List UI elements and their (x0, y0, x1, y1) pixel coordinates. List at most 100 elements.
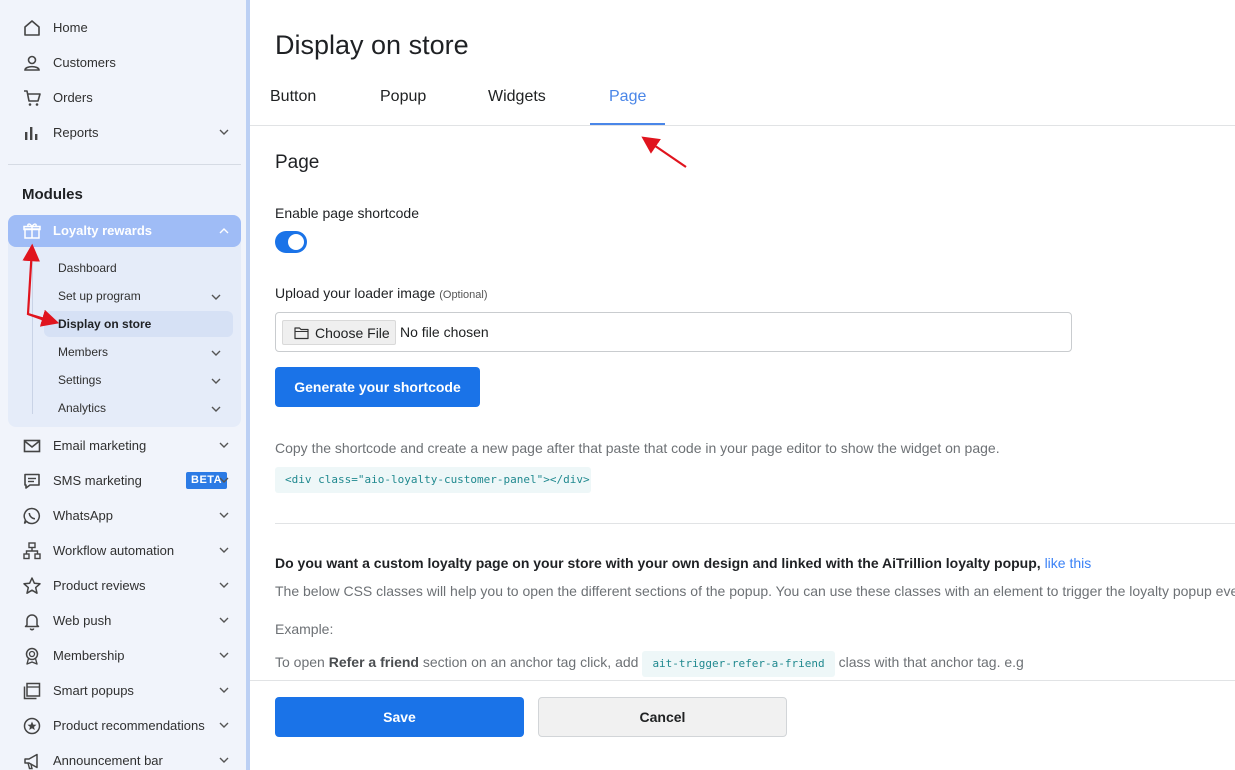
megaphone-icon (22, 751, 42, 770)
sidebar-item-label: Web push (53, 613, 112, 628)
file-input[interactable]: Choose File No file chosen (275, 312, 1072, 352)
sidebar-item-announcement-bar[interactable]: Announcement bar (8, 743, 241, 770)
enable-shortcode-toggle[interactable] (275, 231, 307, 253)
sidebar-item-label: Reports (53, 125, 99, 140)
bell-icon (22, 611, 42, 631)
cancel-button[interactable]: Cancel (538, 697, 787, 737)
refer-suffix: class with that anchor tag. e.g (838, 654, 1024, 670)
chevron-down-icon (219, 440, 229, 450)
modules-title: Modules (22, 186, 83, 203)
cart-icon (22, 88, 42, 108)
chevron-down-icon (219, 720, 229, 730)
sidebar-item-loyalty-rewards[interactable]: Loyalty rewards (8, 215, 241, 247)
refer-friend-example: To open Refer a friend section on an anc… (275, 649, 1024, 677)
sidebar-item-label: Home (53, 20, 88, 35)
sidebar-item-label: Email marketing (53, 438, 147, 453)
section-title: Page (275, 152, 320, 173)
sidebar-item-label: Smart popups (53, 683, 134, 698)
custom-page-question: Do you want a custom loyalty page on you… (275, 555, 1091, 571)
sidebar-item-reports[interactable]: Reports (8, 115, 241, 150)
tab-page[interactable]: Page (609, 80, 646, 126)
footer-actions: Save Cancel (250, 680, 1235, 770)
chevron-down-icon (211, 404, 221, 414)
chevron-down-icon (219, 127, 229, 137)
enable-shortcode-label: Enable page shortcode (275, 205, 419, 221)
sidebar-item-label: Announcement bar (53, 753, 163, 768)
sidebar-item-product-recommendations[interactable]: Product recommendations (8, 708, 241, 743)
sidebar-item-label: Customers (53, 55, 116, 70)
popup-icon (22, 681, 42, 701)
gift-icon (22, 221, 42, 241)
chevron-down-icon (219, 510, 229, 520)
submenu-item-label: Display on store (58, 317, 152, 331)
submenu-item-label: Dashboard (58, 261, 117, 275)
submenu-guide-line (32, 254, 33, 414)
sidebar-item-label: SMS marketing (53, 473, 142, 488)
generate-shortcode-button[interactable]: Generate your shortcode (275, 367, 480, 407)
sidebar-item-label: Orders (53, 90, 93, 105)
page-title: Display on store (275, 30, 469, 60)
bar-chart-icon (22, 123, 42, 143)
sidebar-item-orders[interactable]: Orders (8, 80, 241, 115)
sidebar-item-label: Product recommendations (53, 718, 205, 733)
sidebar-item-sms-marketing[interactable]: SMS marketing BETA (8, 463, 241, 498)
sidebar-item-product-reviews[interactable]: Product reviews (8, 568, 241, 603)
recommend-icon (22, 716, 42, 736)
sidebar-item-label: Product reviews (53, 578, 146, 593)
like-this-link[interactable]: like this (1045, 555, 1092, 571)
submenu-item-display-on-store[interactable]: Display on store (44, 311, 233, 337)
sidebar-item-label: Workflow automation (53, 543, 175, 558)
chevron-down-icon (219, 650, 229, 660)
chevron-down-icon (219, 580, 229, 590)
tab-widgets[interactable]: Widgets (488, 80, 546, 126)
shortcode-snippet[interactable]: <div class="aio-loyalty-customer-panel">… (275, 467, 591, 493)
custom-question-text: Do you want a custom loyalty page on you… (275, 555, 1045, 571)
sidebar-item-web-push[interactable]: Web push (8, 603, 241, 638)
refer-prefix: To open (275, 654, 329, 670)
chat-icon (22, 471, 42, 491)
folder-icon (294, 326, 309, 340)
active-tab-indicator (590, 123, 665, 125)
chevron-down-icon (219, 755, 229, 765)
badge-icon (22, 646, 42, 666)
sidebar-item-smart-popups[interactable]: Smart popups (8, 673, 241, 708)
sidebar-item-label: Loyalty rewards (53, 223, 152, 238)
chevron-down-icon (219, 545, 229, 555)
chevron-down-icon (211, 292, 221, 302)
refer-middle: section on an anchor tag click, add (418, 654, 639, 670)
sidebar-item-email-marketing[interactable]: Email marketing (8, 428, 241, 463)
submenu-item-label: Settings (58, 373, 102, 387)
chevron-down-icon (219, 685, 229, 695)
star-icon (22, 576, 42, 596)
submenu-item-label: Analytics (58, 401, 107, 415)
sidebar-item-workflow-automation[interactable]: Workflow automation (8, 533, 241, 568)
submenu-item-label: Members (58, 345, 109, 359)
sidebar-item-membership[interactable]: Membership (8, 638, 241, 673)
mail-icon (22, 436, 42, 456)
submenu-item-dashboard[interactable]: Dashboard (44, 255, 233, 281)
submenu-item-set-up-program[interactable]: Set up program (44, 283, 233, 309)
sidebar-item-home[interactable]: Home (8, 10, 241, 45)
whatsapp-icon (22, 506, 42, 526)
tab-button[interactable]: Button (270, 80, 316, 126)
choose-file-label: Choose File (315, 325, 390, 341)
submenu-item-settings[interactable]: Settings (44, 367, 233, 393)
optional-hint: (Optional) (439, 289, 488, 301)
submenu-item-members[interactable]: Members (44, 339, 233, 365)
sidebar-divider (8, 164, 241, 165)
submenu-item-analytics[interactable]: Analytics (44, 395, 233, 421)
choose-file-button[interactable]: Choose File (282, 320, 396, 345)
upload-loader-label: Upload your loader image (Optional) (275, 285, 488, 301)
shortcode-instructions: Copy the shortcode and create a new page… (275, 440, 1000, 456)
sidebar: Home Customers Orders Reports Modules Lo… (0, 0, 246, 770)
css-classes-description: The below CSS classes will help you to o… (275, 583, 1235, 599)
sidebar-item-whatsapp[interactable]: WhatsApp (8, 498, 241, 533)
main-content: Display on store Button Popup Widgets Pa… (250, 0, 1235, 770)
save-button[interactable]: Save (275, 697, 524, 737)
refer-class-code[interactable]: ait-trigger-refer-a-friend (642, 651, 835, 677)
toggle-knob (288, 234, 304, 250)
tab-popup[interactable]: Popup (380, 80, 426, 126)
section-divider (275, 523, 1235, 524)
sidebar-item-customers[interactable]: Customers (8, 45, 241, 80)
sidebar-item-label: WhatsApp (53, 508, 113, 523)
